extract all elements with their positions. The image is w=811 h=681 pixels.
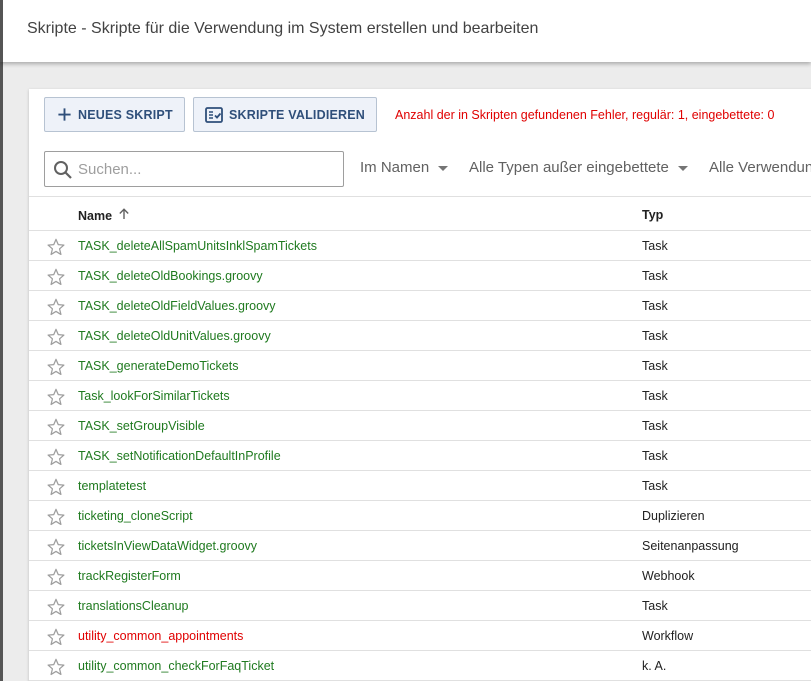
star-outline-icon[interactable] xyxy=(46,297,66,317)
in-name-dropdown[interactable]: Im Namen xyxy=(360,159,449,176)
script-name-link[interactable]: TASK_deleteOldFieldValues.groovy xyxy=(78,299,276,313)
table-row[interactable]: TASK_deleteOldBookings.groovy Task xyxy=(29,261,811,291)
table-body: TASK_deleteAllSpamUnitsInklSpamTickets Ta… xyxy=(29,231,811,681)
script-name-link[interactable]: TASK_deleteOldUnitValues.groovy xyxy=(78,329,271,343)
script-type: Task xyxy=(642,419,668,433)
usage-filter-label: Alle Verwendungen xyxy=(709,159,811,176)
table-row[interactable]: TASK_deleteOldFieldValues.groovy Task xyxy=(29,291,811,321)
star-outline-icon[interactable] xyxy=(46,387,66,407)
validate-scripts-button[interactable]: SKRIPTE VALIDIEREN xyxy=(193,97,377,132)
script-name-link[interactable]: TASK_setGroupVisible xyxy=(78,419,205,433)
search-box xyxy=(44,151,344,187)
left-edge-border xyxy=(0,62,3,681)
script-type: Task xyxy=(642,479,668,493)
column-header-typ-label: Typ xyxy=(642,208,664,222)
script-name-link[interactable]: TASK_setNotificationDefaultInProfile xyxy=(78,449,281,463)
script-type: Task xyxy=(642,299,668,313)
type-filter-label: Alle Typen außer eingebettete xyxy=(469,159,669,176)
sort-arrow-up-icon xyxy=(112,208,130,223)
table-row[interactable]: TASK_setGroupVisible Task xyxy=(29,411,811,441)
script-type: Task xyxy=(642,389,668,403)
table-row[interactable]: TASK_setNotificationDefaultInProfile Task xyxy=(29,441,811,471)
script-type: Task xyxy=(642,359,668,373)
table-row[interactable]: trackRegisterForm Webhook xyxy=(29,561,811,591)
star-outline-icon[interactable] xyxy=(46,657,66,677)
column-header-name[interactable]: Name xyxy=(78,208,130,223)
table-row[interactable]: utility_common_appointments Workflow xyxy=(29,621,811,651)
star-outline-icon[interactable] xyxy=(46,567,66,587)
script-type: Webhook xyxy=(642,569,695,583)
script-name-link[interactable]: templatetest xyxy=(78,479,146,493)
star-outline-icon[interactable] xyxy=(46,537,66,557)
scripts-card: NEUES SKRIPT SKRIPTE VALIDIEREN Anzahl d… xyxy=(29,89,811,681)
table-row[interactable]: ticketing_cloneScript Duplizieren xyxy=(29,501,811,531)
table-row[interactable]: translationsCleanup Task xyxy=(29,591,811,621)
star-outline-icon[interactable] xyxy=(46,267,66,287)
script-type: Duplizieren xyxy=(642,509,705,523)
script-name-link[interactable]: utility_common_appointments xyxy=(78,629,243,643)
in-name-label: Im Namen xyxy=(360,159,430,176)
scripts-table: Name Typ TASK_deleteAllSpamUnitsInklSpam… xyxy=(29,196,811,681)
script-type: Task xyxy=(642,329,668,343)
script-name-link[interactable]: trackRegisterForm xyxy=(78,569,181,583)
new-script-label: NEUES SKRIPT xyxy=(78,107,173,122)
star-outline-icon[interactable] xyxy=(46,597,66,617)
table-row[interactable]: TASK_deleteOldUnitValues.groovy Task xyxy=(29,321,811,351)
script-type: Workflow xyxy=(642,629,694,643)
star-outline-icon[interactable] xyxy=(46,507,66,527)
table-row[interactable]: Task_lookForSimilarTickets Task xyxy=(29,381,811,411)
new-script-button[interactable]: NEUES SKRIPT xyxy=(44,97,185,132)
caret-down-icon xyxy=(438,165,449,171)
plus-icon xyxy=(57,107,72,122)
script-name-link[interactable]: TASK_deleteOldBookings.groovy xyxy=(78,269,263,283)
script-name-link[interactable]: TASK_deleteAllSpamUnitsInklSpamTickets xyxy=(78,239,317,253)
script-name-link[interactable]: utility_common_checkForFaqTicket xyxy=(78,659,274,673)
script-type: Task xyxy=(642,269,668,283)
error-summary: Anzahl der in Skripten gefundenen Fehler… xyxy=(395,108,775,122)
star-outline-icon[interactable] xyxy=(46,357,66,377)
validate-scripts-label: SKRIPTE VALIDIEREN xyxy=(229,107,366,122)
table-header: Name Typ xyxy=(29,197,811,231)
script-type: Seitenanpassung xyxy=(642,539,739,553)
script-type: Task xyxy=(642,599,668,613)
type-filter-dropdown[interactable]: Alle Typen außer eingebettete xyxy=(469,159,688,176)
script-type: k. A. xyxy=(642,659,667,673)
column-header-name-label: Name xyxy=(78,208,113,223)
script-name-link[interactable]: translationsCleanup xyxy=(78,599,189,613)
script-name-link[interactable]: ticketing_cloneScript xyxy=(78,509,193,523)
script-name-link[interactable]: Task_lookForSimilarTickets xyxy=(78,389,230,403)
top-app-bar: Skripte - Skripte für die Verwendung im … xyxy=(0,0,811,62)
caret-down-icon xyxy=(677,165,688,171)
page-title: Skripte - Skripte für die Verwendung im … xyxy=(27,20,539,37)
star-outline-icon[interactable] xyxy=(46,627,66,647)
script-name-link[interactable]: TASK_generateDemoTickets xyxy=(78,359,239,373)
search-input[interactable] xyxy=(78,158,333,180)
table-row[interactable]: TASK_generateDemoTickets Task xyxy=(29,351,811,381)
table-row[interactable]: utility_common_checkForFaqTicket k. A. xyxy=(29,651,811,681)
table-row[interactable]: templatetest Task xyxy=(29,471,811,501)
script-name-link[interactable]: ticketsInViewDataWidget.groovy xyxy=(78,539,257,553)
star-outline-icon[interactable] xyxy=(46,327,66,347)
checklist-icon xyxy=(205,106,223,123)
script-type: Task xyxy=(642,239,668,253)
star-outline-icon[interactable] xyxy=(46,237,66,257)
column-header-typ[interactable]: Typ xyxy=(642,208,663,222)
script-type: Task xyxy=(642,449,668,463)
star-outline-icon[interactable] xyxy=(46,477,66,497)
star-outline-icon[interactable] xyxy=(46,447,66,467)
star-outline-icon[interactable] xyxy=(46,417,66,437)
usage-filter-dropdown[interactable]: Alle Verwendungen xyxy=(709,159,811,176)
table-row[interactable]: TASK_deleteAllSpamUnitsInklSpamTickets Ta… xyxy=(29,231,811,261)
table-row[interactable]: ticketsInViewDataWidget.groovy Seitenanpa… xyxy=(29,531,811,561)
